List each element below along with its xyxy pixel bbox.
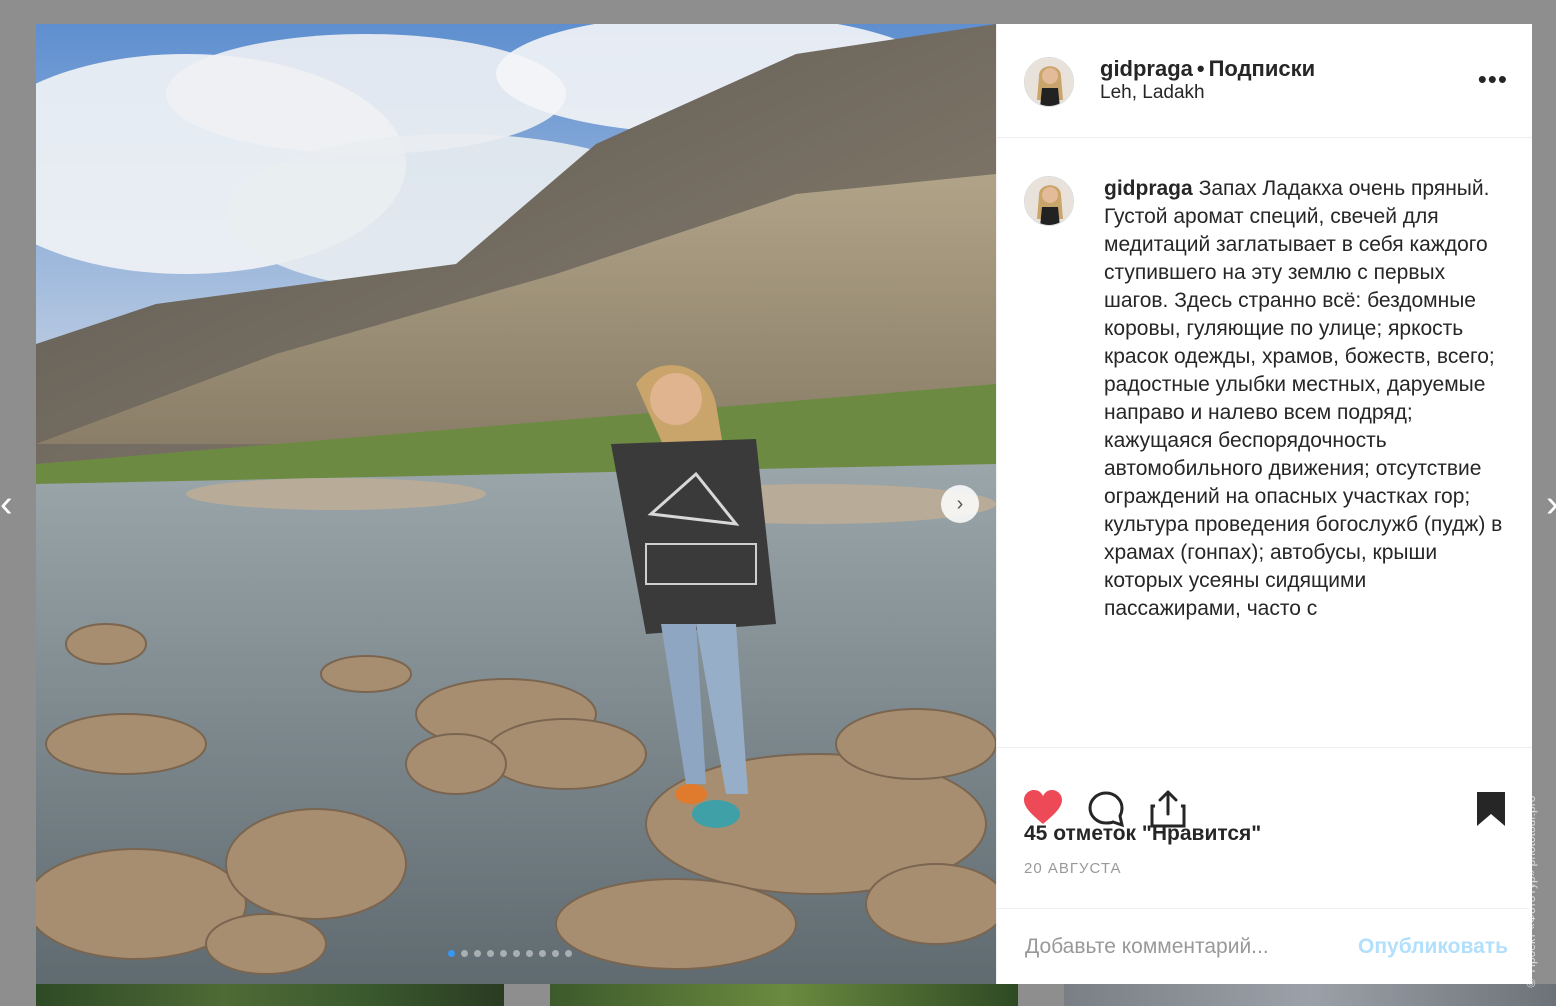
- carousel-dot: [500, 950, 507, 957]
- background-thumbnail[interactable]: [36, 984, 504, 1006]
- chevron-right-icon: ›: [956, 492, 964, 515]
- previous-post-arrow-icon[interactable]: ‹: [0, 484, 20, 524]
- background-thumbnail[interactable]: [1064, 984, 1556, 1006]
- carousel-dot: [513, 950, 520, 957]
- caption-text: Запах Ладакха очень пряный. Густой арома…: [1104, 177, 1503, 620]
- carousel-dots: [448, 950, 572, 957]
- carousel-dot: [565, 950, 572, 957]
- post-modal: › gidpraga • Подписки Leh, Ladakh ••• gi…: [36, 24, 1532, 984]
- comments-section: gidpraga Запах Ладакха очень пряный. Густ…: [997, 139, 1532, 747]
- caption-username-link[interactable]: gidpraga: [1104, 177, 1193, 200]
- separator-dot: •: [1196, 56, 1205, 81]
- next-post-arrow-icon[interactable]: ›: [1546, 484, 1556, 524]
- post-header: gidpraga • Подписки Leh, Ladakh •••: [997, 24, 1532, 138]
- carousel-dot: [539, 950, 546, 957]
- likes-count[interactable]: 45 отметок "Нравится": [1024, 822, 1261, 846]
- carousel-dot: [448, 950, 455, 957]
- carousel-dot: [487, 950, 494, 957]
- bookmark-icon[interactable]: [1475, 790, 1507, 828]
- heart-icon[interactable]: [1023, 790, 1063, 826]
- background-thumbnail-strip: [0, 984, 1556, 1006]
- post-sidebar: gidpraga • Подписки Leh, Ladakh ••• gidpra…: [996, 24, 1532, 984]
- comment-form: Опубликовать: [997, 908, 1532, 985]
- actions-area: 45 отметок "Нравится" 20 АВГУСТА Опублик…: [997, 747, 1532, 984]
- post-caption: gidpraga Запах Ладакха очень пряный. Густ…: [1104, 175, 1504, 623]
- carousel-dot: [474, 950, 481, 957]
- carousel-next-button[interactable]: ›: [941, 485, 979, 523]
- carousel-dot: [461, 950, 468, 957]
- post-photo[interactable]: ›: [36, 24, 996, 984]
- comment-input[interactable]: [1023, 931, 1327, 963]
- carousel-dot: [526, 950, 533, 957]
- avatar[interactable]: [1024, 176, 1074, 226]
- username-link[interactable]: gidpraga: [1100, 56, 1193, 81]
- background-thumbnail[interactable]: [550, 984, 1018, 1006]
- header-user-line: gidpraga • Подписки: [1100, 56, 1315, 82]
- more-horizontal-icon[interactable]: •••: [1478, 66, 1508, 92]
- carousel-dot: [552, 950, 559, 957]
- publish-button[interactable]: Опубликовать: [1358, 935, 1508, 959]
- location-link[interactable]: Leh, Ladakh: [1100, 82, 1205, 104]
- photo-landscape: [36, 24, 996, 984]
- post-date[interactable]: 20 АВГУСТА: [1024, 860, 1122, 877]
- watermark: © Проект «ФотоТур» phototour.pro: [1524, 795, 1538, 990]
- avatar[interactable]: [1024, 57, 1074, 107]
- follow-status-button[interactable]: Подписки: [1209, 56, 1316, 81]
